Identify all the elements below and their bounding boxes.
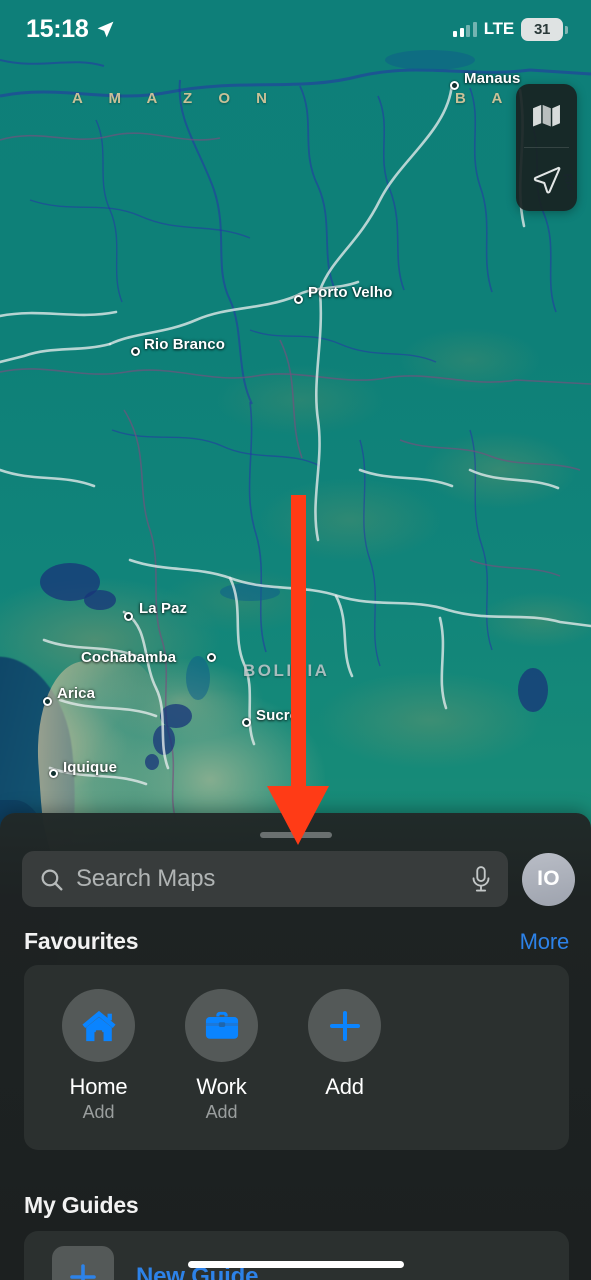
city-marker-manaus[interactable] — [450, 81, 459, 90]
battery-icon: 31 — [521, 17, 568, 41]
map-controls-panel — [516, 84, 577, 211]
roads-layer — [0, 82, 591, 786]
status-bar-clock: 15:18 — [26, 14, 89, 43]
status-bar-right: LTE 31 — [453, 17, 568, 41]
house-icon — [80, 1008, 118, 1044]
cellular-signal-icon — [453, 21, 477, 37]
city-label-iquique: Iquique — [63, 759, 118, 776]
city-label-arica: Arica — [57, 685, 96, 702]
favourite-label: Add — [325, 1074, 364, 1099]
favourites-row: Home Add Work Add Add — [24, 965, 569, 1123]
favourite-sublabel: Add — [82, 1102, 115, 1122]
favourite-label: Work — [196, 1074, 247, 1099]
plus-icon — [68, 1262, 98, 1280]
favourite-label: Home — [69, 1074, 128, 1099]
favourite-icon-circle — [308, 989, 381, 1062]
avatar-initials: IO — [537, 867, 560, 890]
search-placeholder-label: Search Maps — [76, 865, 216, 892]
microphone-icon[interactable] — [470, 865, 492, 893]
network-type-label: LTE — [483, 19, 514, 38]
my-guides-header: My Guides — [24, 1192, 569, 1219]
city-label-porto-velho: Porto Velho — [308, 284, 393, 301]
city-marker-cochabamba[interactable] — [207, 653, 216, 662]
city-label-la-paz: La Paz — [139, 600, 188, 617]
briefcase-icon — [203, 1009, 241, 1043]
city-marker-la-paz[interactable] — [124, 612, 133, 621]
my-guides-title: My Guides — [24, 1192, 139, 1218]
favourite-item-home[interactable]: Home Add — [54, 989, 143, 1123]
favourite-item-work[interactable]: Work Add — [177, 989, 266, 1123]
location-arrow-icon — [96, 20, 115, 39]
favourites-card: Home Add Work Add Add — [24, 965, 569, 1150]
city-marker-rio-branco[interactable] — [131, 347, 140, 356]
status-bar-left: 15:18 — [26, 15, 115, 44]
map-region-label: B A — [455, 90, 514, 107]
favourite-item-add[interactable]: Add — [300, 989, 389, 1100]
favourite-icon-circle — [62, 989, 135, 1062]
navigation-arrow-icon — [532, 165, 561, 194]
city-label-rio-branco: Rio Branco — [144, 336, 226, 353]
favourites-header: Favourites More — [24, 928, 569, 955]
favourite-icon-circle — [185, 989, 258, 1062]
city-label-manaus: Manaus — [464, 70, 521, 87]
map-region-label: A M A Z O N — [72, 90, 278, 107]
my-guides-card: New Guide — [24, 1231, 569, 1280]
recenter-location-button[interactable] — [516, 148, 577, 211]
status-bar: 15:18 LTE 31 — [0, 0, 591, 58]
folded-map-icon — [532, 103, 561, 128]
city-label-sucre: Sucre — [256, 707, 299, 724]
search-row: Search Maps IO — [22, 851, 575, 907]
favourites-more-button[interactable]: More — [520, 929, 570, 955]
phone-screen: A M A Z O N B A BOLIVIA Rio Manaus Porto… — [0, 0, 591, 1280]
city-marker-iquique[interactable] — [49, 769, 58, 778]
home-indicator[interactable] — [187, 1261, 404, 1268]
city-marker-sucre[interactable] — [242, 718, 251, 727]
city-marker-arica[interactable] — [43, 697, 52, 706]
bottom-sheet[interactable]: Search Maps IO Favourites More Home Add … — [0, 813, 591, 1280]
search-input[interactable]: Search Maps — [22, 851, 508, 907]
city-marker-porto-velho[interactable] — [294, 295, 303, 304]
search-icon — [39, 867, 64, 892]
map-layers-button[interactable] — [516, 84, 577, 147]
plus-icon — [328, 1009, 362, 1043]
sheet-drag-handle[interactable] — [259, 832, 332, 838]
favourites-title: Favourites — [24, 928, 139, 954]
map-country-label-bolivia: BOLIVIA — [243, 661, 330, 680]
favourite-sublabel: Add — [205, 1102, 238, 1122]
battery-percent-label: 31 — [533, 20, 551, 38]
account-avatar[interactable]: IO — [522, 852, 575, 906]
new-guide-icon-tile — [52, 1246, 114, 1280]
city-label-cochabamba: Cochabamba — [81, 649, 177, 666]
